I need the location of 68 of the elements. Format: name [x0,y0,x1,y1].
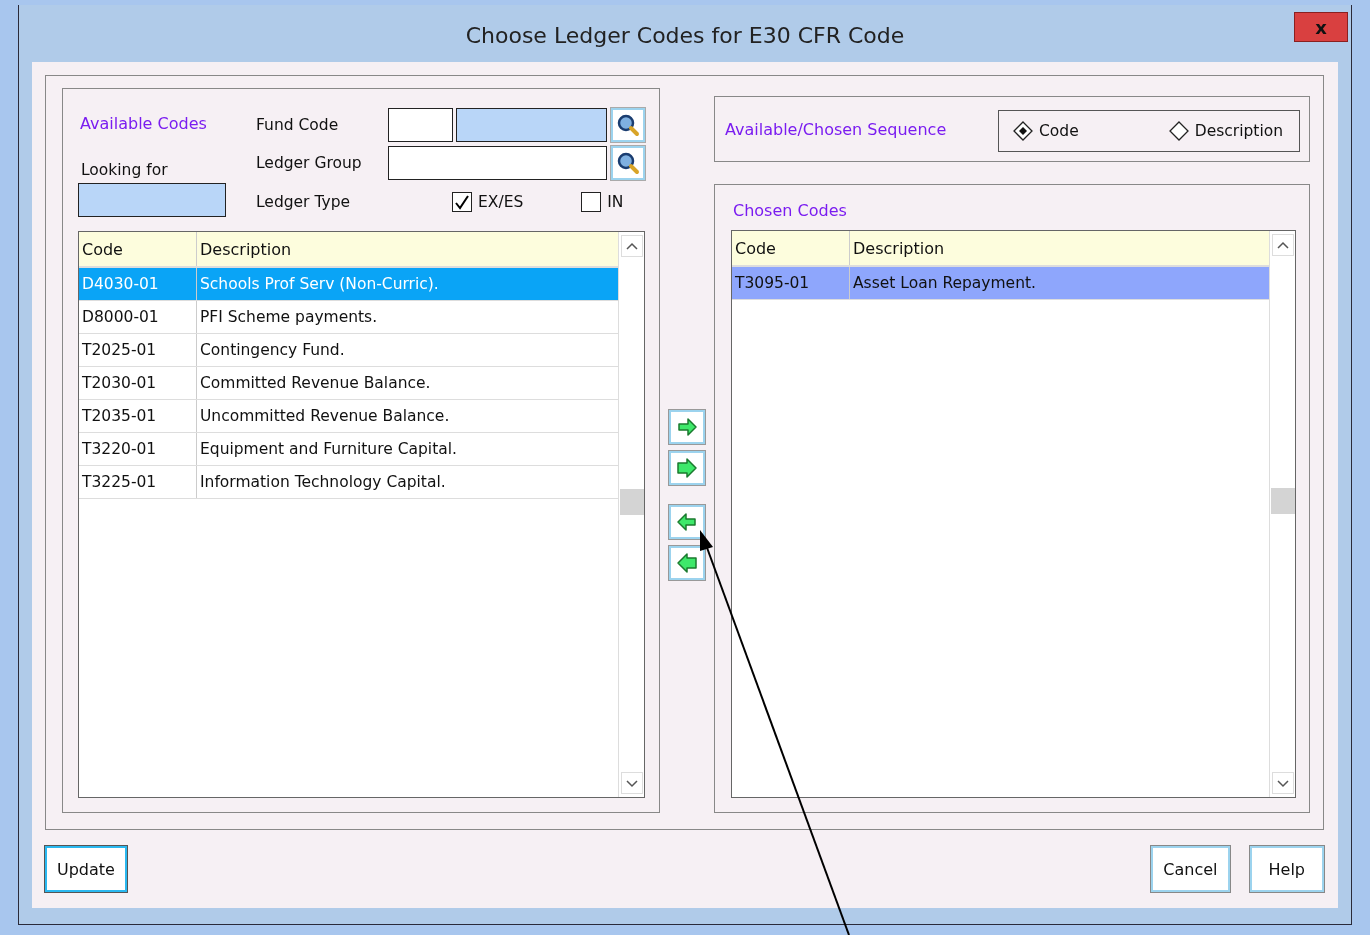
field-label: Ledger Group [256,154,363,172]
radio-label: Code [1039,122,1079,140]
table-cell-text: Asset Loan Repayment. [852,273,1037,294]
close-button[interactable]: x [1294,12,1348,42]
table-cell-text: Committed Revenue Balance. [199,373,432,394]
search-icon [616,151,640,175]
table-row[interactable]: D8000-01 PFI Scheme payments. [79,301,618,334]
right-arrow-icon [675,456,699,480]
search-button[interactable] [611,108,645,142]
field-label: Looking for [81,161,169,179]
table-cell-text: Contingency Fund. [199,340,346,361]
checkbox-label: EX/ES [478,193,524,211]
radio-button[interactable] [1168,121,1189,141]
checkbox[interactable] [452,192,472,212]
column-header[interactable]: Description [197,232,618,266]
looking-for-field[interactable] [78,183,226,217]
checkbox[interactable] [581,192,602,212]
scroll-down-icon[interactable] [620,772,643,794]
field-label: Fund Code [256,116,340,134]
table-cell: T3225-01 [79,466,197,498]
scroll-thumb[interactable] [619,489,644,515]
radio-button[interactable] [1013,121,1033,141]
table-row[interactable]: T2035-01 Uncommitted Revenue Balance. [79,400,618,433]
table-cell-text: Information Technology Capital. [199,472,447,493]
table-row[interactable]: T2025-01 Contingency Fund. [79,334,618,367]
table-cell-text: PFI Scheme payments. [199,307,379,328]
table-cell: T2035-01 [79,400,197,432]
column-header[interactable]: Code [79,232,197,266]
checkbox-label: IN [607,193,624,211]
column-header[interactable]: Code [732,231,850,265]
section-title: Chosen Codes [733,201,848,220]
table-cell: D4030-01 [79,268,197,300]
table-cell-text: Schools Prof Serv (Non-Curric). [199,274,440,295]
fund-code-field[interactable] [388,108,453,142]
scrollbar[interactable] [1269,231,1295,797]
search-icon [616,113,640,137]
table-cell: T3220-01 [79,433,197,465]
table-cell: T3095-01 [732,267,850,299]
radio-label: Description [1194,122,1283,140]
field-label: Ledger Type [256,193,351,211]
scroll-up-icon[interactable] [1271,234,1294,256]
table-row[interactable]: T3095-01 Asset Loan Repayment. [732,267,1269,300]
table-row[interactable]: T3220-01 Equipment and Furniture Capital. [79,433,618,466]
column-header[interactable]: Description [850,231,1269,265]
dialog-button[interactable]: Help [1249,846,1324,892]
search-button[interactable] [611,146,645,180]
table-cell-text: Equipment and Furniture Capital. [199,439,458,460]
dialog-button[interactable]: Cancel [1151,846,1230,892]
dialog-button[interactable]: Update [45,846,127,892]
scroll-down-icon[interactable] [1271,772,1294,794]
ledger-group-field[interactable] [388,146,607,180]
scroll-thumb[interactable] [1270,488,1295,514]
scrollbar[interactable] [618,232,644,797]
table-cell: T2025-01 [79,334,197,366]
fund-name-field[interactable] [456,108,607,142]
left-arrow-icon [675,510,699,534]
section-title: Available/Chosen Sequence [725,119,947,139]
table-cell-text: Uncommitted Revenue Balance. [199,406,451,427]
table-row[interactable]: T3225-01 Information Technology Capital. [79,466,618,499]
left-arrow-icon [675,551,699,575]
transfer-button[interactable] [669,505,705,539]
window-title: Choose Ledger Codes for E30 CFR Code [465,23,905,48]
table-cell: T2030-01 [79,367,197,399]
right-arrow-icon [675,415,699,439]
table-row[interactable]: T2030-01 Committed Revenue Balance. [79,367,618,400]
table-cell: D8000-01 [79,301,197,333]
section-title: Available Codes [80,114,208,133]
scroll-up-icon[interactable] [620,235,643,257]
